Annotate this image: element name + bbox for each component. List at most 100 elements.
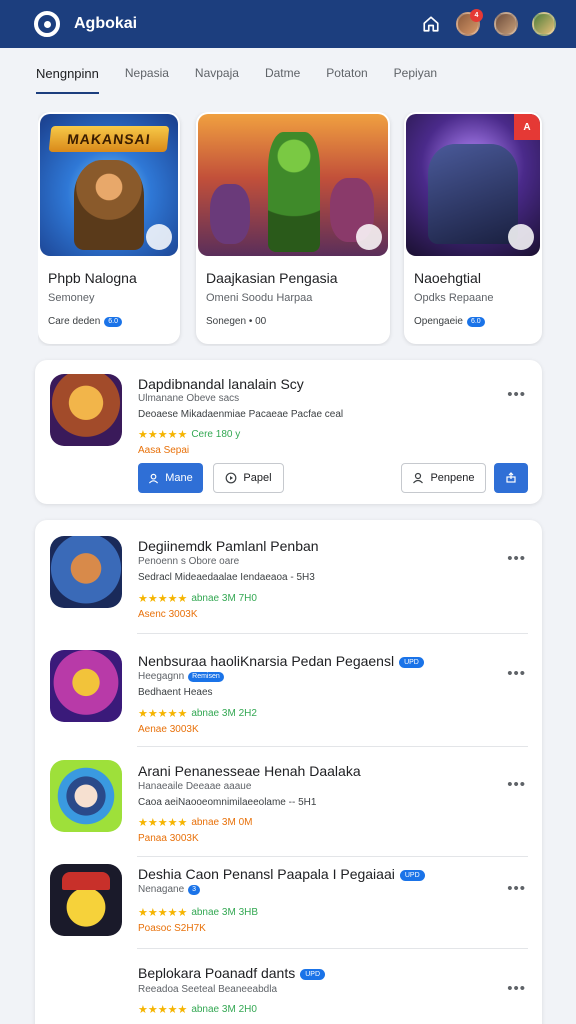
subtitle-pill: 3 [188,884,201,895]
star-rating-icon: ★★★★★ [138,429,188,441]
app-icon[interactable] [50,760,122,832]
featured-card[interactable]: A Naoehgtial Opdks Repaane Opengaeie 6.0 [404,112,542,344]
featured-meta: Opengaeie 6.0 [414,316,485,327]
list-item-title-text: Deshia Caon Penansl Paapala I Pegaiaai [138,866,395,882]
list-item-title[interactable]: Arani Penanesseae Henah Daalaka [138,763,361,779]
list-item-title[interactable]: Deshia Caon Penansl Paapala I Pegaiaai UP… [138,866,425,882]
list-item-rating: ★★★★★ abnae 3M 0M [138,816,252,829]
more-options-icon[interactable]: ••• [507,550,526,567]
tab-0[interactable]: Nengnpinn [36,58,99,94]
featured-subtitle: Opdks Repaane [414,292,494,304]
app-developer: Ulmanane Obeve sacs [138,393,240,404]
expanded-app-card[interactable]: Dapdibnandal lanalain Scy Ulmanane Obeve… [35,360,542,504]
update-badge: UPD [300,968,326,980]
list-item-rating: ★★★★★ abnae 3M 2H0 [138,1003,257,1016]
featured-carousel[interactable]: MAKANSAI Phpb Nalogna Semoney Care deden… [38,112,576,346]
list-item-rating: ★★★★★ abnae 3M 2H2 [138,707,257,720]
badge-icon [356,224,382,250]
install-button[interactable]: Mane [138,463,203,493]
list-item-extra: Asenc 3003K [138,609,198,620]
tab-3[interactable]: Datme [265,58,300,94]
play-button[interactable]: Papel [213,463,284,493]
preview-button[interactable]: Penpene [401,463,486,493]
list-item-subtitle: Heegagnn Remisen [138,671,224,682]
tab-5[interactable]: Pepiyan [394,58,437,94]
tab-4[interactable]: Potaton [326,58,367,94]
tab-2[interactable]: Navpaja [195,58,239,94]
category-tabs: Nengnpinn Nepasia Navpaja Datme Potaton … [36,58,556,94]
star-rating-icon: ★★★★★ [138,593,188,605]
rating-text: abnae 3M 7H0 [191,593,257,604]
list-item-subtitle: Nenagane 3 [138,884,201,895]
featured-title: Daajkasian Pengasia [206,270,338,286]
list-item-rating: ★★★★★ abnae 3M 7H0 [138,592,257,605]
user-icon [149,473,159,484]
top-actions: 4 [420,9,556,36]
list-item-subtitle-text: Heegagnn [138,671,185,682]
rating-text: abnae 3M 2H2 [191,708,257,719]
featured-meta: Care deden 6.0 [48,316,122,327]
app-logo[interactable] [34,11,60,37]
list-item-description: Bedhaent Heaes [138,687,213,698]
featured-subtitle: Semoney [48,292,95,304]
corner-badge: A [514,114,540,140]
divider [137,633,528,634]
more-options-icon[interactable]: ••• [507,980,526,997]
list-item-description: Caoa aeiNaooeomnimilaeeolame -- 5H1 [138,797,317,808]
featured-card[interactable]: Daajkasian Pengasia Omeni Soodu Harpaa S… [196,112,390,344]
more-options-icon[interactable]: ••• [507,776,526,793]
app-list: Degiinemdk Pamlanl Penban Penoenn s Obor… [35,520,542,1024]
game-logo-text: MAKANSAI [66,131,152,147]
avatar-friend[interactable] [494,12,518,36]
featured-title: Naoehgtial [414,270,481,286]
rating-text: abnae 3M 2H0 [191,1004,257,1015]
app-icon[interactable] [50,536,122,608]
play-label: Papel [243,472,272,484]
chat-icon [226,472,237,484]
share-icon [506,472,516,483]
badge-icon [146,224,172,250]
update-badge: UPD [399,869,425,881]
list-item-subtitle: Hanaeaile Deeaae aaaue [138,781,252,792]
list-item-extra: Panaa 3003K [138,833,199,844]
rating-text: abnae 3M 0M [191,817,253,828]
app-icon[interactable] [50,864,122,936]
list-item-title[interactable]: Degiinemdk Pamlanl Penban [138,538,319,554]
share-button[interactable] [494,463,528,493]
home-icon[interactable] [420,13,442,35]
enemy-character [210,184,250,244]
list-item-title[interactable]: Nenbsuraa haoliKnarsia Pedan Pegaensl UPD [138,653,424,669]
tab-1[interactable]: Nepasia [125,58,169,94]
featured-art: MAKANSAI [40,114,178,256]
featured-card[interactable]: MAKANSAI Phpb Nalogna Semoney Care deden… [38,112,180,344]
hero-character [268,132,320,252]
featured-pill: 6.0 [104,316,122,327]
more-options-icon[interactable]: ••• [507,386,526,403]
notification-badge: 4 [470,9,483,22]
app-title: Agbokai [74,15,138,32]
list-item-extra: Aenae 3003K [138,724,199,735]
more-options-icon[interactable]: ••• [507,665,526,682]
app-icon[interactable] [50,650,122,722]
list-item-title[interactable]: Beplokara Poanadf dants UPD [138,965,326,981]
star-rating-icon: ★★★★★ [138,907,188,919]
featured-meta: Sonegen • 00 [206,316,267,327]
list-item-extra: Poasoc S2H7K [138,923,206,934]
game-logo-banner: MAKANSAI [48,126,170,152]
featured-subtitle: Omeni Soodu Harpaa [206,292,313,304]
list-item-subtitle: Penoenn s Obore oare [138,556,240,567]
app-extra: Aasa Sepai [138,445,190,456]
preview-label: Penpene [430,472,475,484]
list-item-subtitle-text: Nenagane [138,884,185,895]
list-item-title-text: Beplokara Poanadf dants [138,965,296,981]
star-rating-icon: ★★★★★ [138,817,188,829]
avatar-notifications[interactable]: 4 [456,9,483,36]
app-icon [50,374,122,446]
list-item-title-text: Nenbsuraa haoliKnarsia Pedan Pegaensl [138,653,395,669]
list-item-rating: ★★★★★ abnae 3M 3HB [138,906,258,919]
update-badge: UPD [399,656,424,668]
app-title: Dapdibnandal lanalain Scy [138,376,304,392]
more-options-icon[interactable]: ••• [507,880,526,897]
app-rating: ★★★★★ Cere 180 y [138,428,240,441]
avatar-profile[interactable] [532,12,556,36]
